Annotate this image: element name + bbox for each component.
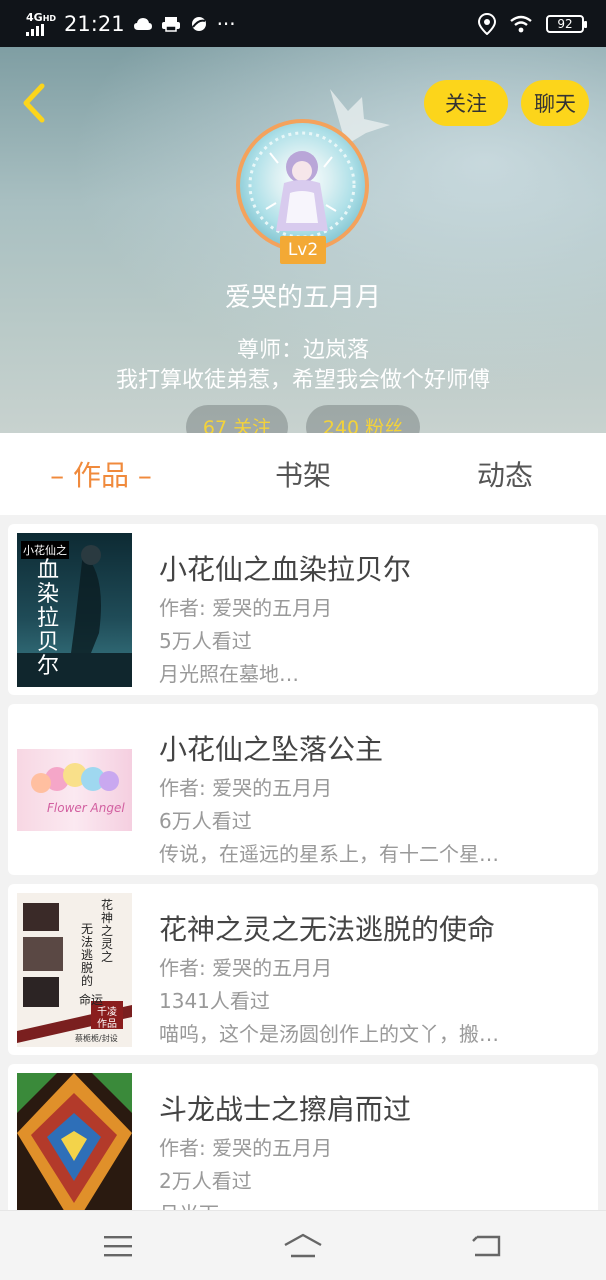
- cover-text: Angel: [90, 801, 125, 815]
- more-notifications: ···: [216, 11, 236, 36]
- book-description: 传说，在遥远的星系上，有十二个星…: [159, 842, 499, 866]
- avatar-image: [248, 131, 356, 239]
- book-description: 月光下…: [159, 1198, 564, 1210]
- book-author: 作者: 爱哭的五月月: [159, 1136, 333, 1160]
- chat-button[interactable]: 聊天: [521, 80, 589, 126]
- cover-text: 作品: [97, 1019, 117, 1030]
- book-views: 1341人看过: [159, 989, 270, 1013]
- avatar[interactable]: [236, 119, 369, 252]
- wifi-icon: [510, 15, 532, 32]
- profile-header: 关注 聊天 Lv2 爱哭的五月月 尊师：边岚落 我打算收徒弟惹，希望我会做个好师…: [0, 47, 606, 433]
- book-author: 作者: 爱哭的五月月: [159, 596, 333, 620]
- book-cover: 小花仙之 血 染 拉 贝 尔: [17, 533, 132, 687]
- username: 爱哭的五月月: [224, 283, 381, 313]
- cover-text: 花神之灵之: [101, 898, 114, 964]
- book-list: 小花仙之 血 染 拉 贝 尔 小花仙之血染拉贝尔 作者: 爱哭的五月月 5万人看…: [8, 524, 598, 1210]
- home-button[interactable]: [283, 1231, 323, 1261]
- bio-text: 我打算收徒弟惹，希望我会做个好师傅: [115, 368, 490, 393]
- network-label: 4G: [26, 10, 43, 24]
- status-bar: 4GHD 21:21 ··· 92: [0, 0, 606, 47]
- level-badge: Lv2: [280, 236, 326, 264]
- battery-level: 92: [557, 16, 573, 31]
- chevron-left-icon: [23, 83, 45, 123]
- cover-text: 尔: [37, 654, 60, 679]
- cover-text: 无法逃脱的: [81, 922, 94, 988]
- book-views: 5万人看过: [159, 629, 252, 653]
- book-author: 作者: 爱哭的五月月: [159, 776, 333, 800]
- menu-button[interactable]: [98, 1231, 138, 1261]
- print-icon: [161, 16, 180, 32]
- back-button[interactable]: [14, 81, 54, 125]
- cover-text: 拉: [37, 606, 60, 631]
- tab-activity[interactable]: 动态: [404, 433, 606, 515]
- book-description: 月光照在墓地…: [159, 662, 299, 686]
- book-views: 2万人看过: [159, 1169, 252, 1193]
- book-title: 小花仙之坠落公主: [159, 733, 384, 766]
- location-icon: [478, 12, 496, 35]
- cover-text: 血: [37, 558, 60, 583]
- cover-text: 蔡栀栀/封设: [75, 1034, 118, 1043]
- book-cover: 花神之灵之 无法逃脱的 命运 千凌 作品 蔡栀栀/封设: [17, 893, 132, 1047]
- return-icon: [472, 1235, 501, 1257]
- signal-icon: 4GHD: [26, 12, 56, 36]
- list-item[interactable]: 小花仙之 血 染 拉 贝 尔 小花仙之血染拉贝尔 作者: 爱哭的五月月 5万人看…: [8, 524, 598, 695]
- return-button[interactable]: [467, 1231, 507, 1261]
- menu-icon: [104, 1236, 132, 1257]
- network-sub-label: HD: [42, 13, 57, 23]
- tab-works[interactable]: – 作品 –: [0, 433, 202, 515]
- battery-icon: 92: [546, 14, 587, 33]
- list-item[interactable]: 花神之灵之 无法逃脱的 命运 千凌 作品 蔡栀栀/封设 花神之灵之无法逃脱的使命…: [8, 884, 598, 1055]
- tab-bookshelf[interactable]: 书架: [202, 433, 404, 515]
- home-icon: [284, 1233, 322, 1258]
- system-nav-bar: [0, 1210, 606, 1280]
- mentor-text: 尊师：边岚落: [236, 338, 369, 363]
- clock: 21:21: [64, 11, 125, 36]
- book-cover: Flower Angel: [17, 749, 132, 831]
- following-count[interactable]: 67 关注: [186, 405, 288, 433]
- book-title: 小花仙之血染拉贝尔: [159, 553, 412, 586]
- list-item[interactable]: Flower Angel 小花仙之坠落公主 作者: 爱哭的五月月 6万人看过 传…: [8, 704, 598, 875]
- follow-button[interactable]: 关注: [424, 80, 508, 126]
- tab-bar: – 作品 – 书架 动态: [0, 433, 606, 515]
- cover-text: 贝: [37, 630, 60, 655]
- cover-text: Flower: [47, 801, 87, 815]
- book-title: 斗龙战士之擦肩而过: [159, 1093, 412, 1126]
- fans-count[interactable]: 240 粉丝: [306, 405, 420, 433]
- book-author: 作者: 爱哭的五月月: [159, 956, 333, 980]
- list-item[interactable]: 斗龙战士之擦肩而过 作者: 爱哭的五月月 2万人看过 月光下…: [8, 1064, 598, 1210]
- cover-text: 小花仙之: [21, 541, 69, 559]
- browser-icon: [191, 16, 206, 31]
- book-cover: [17, 1073, 132, 1210]
- book-title: 花神之灵之无法逃脱的使命: [159, 913, 496, 946]
- cloud-icon: [133, 17, 152, 30]
- book-description: 喵呜，这个是汤圆创作上的文丫，搬…: [159, 1022, 499, 1046]
- book-views: 6万人看过: [159, 809, 252, 833]
- cover-text: 染: [37, 582, 60, 607]
